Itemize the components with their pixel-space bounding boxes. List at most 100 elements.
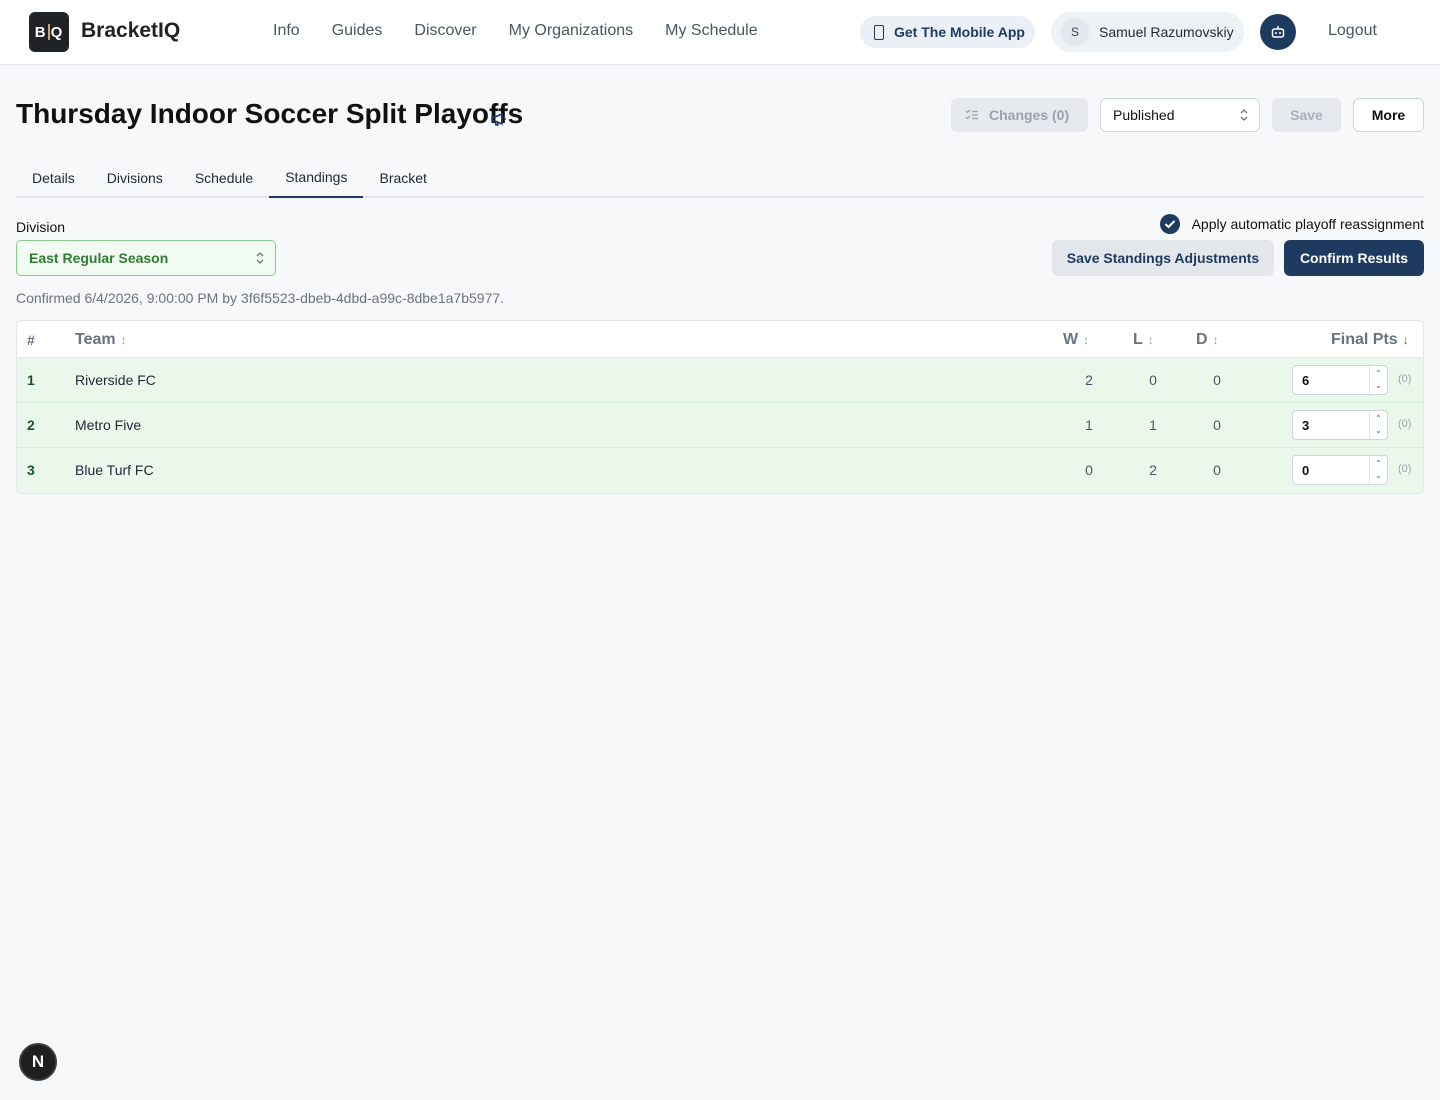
stepper-up-icon[interactable]: ⌃ — [1375, 368, 1382, 380]
sort-descending-icon: ↓ — [1402, 333, 1409, 347]
stepper-down-icon[interactable]: ⌄ — [1375, 380, 1382, 392]
tab-details[interactable]: Details — [16, 160, 91, 198]
table-row: 3 Blue Turf FC 0 2 0 0 ⌃ ⌄ (0) — [17, 448, 1423, 493]
points-adjustment: (0) — [1398, 418, 1412, 430]
check-icon — [1164, 220, 1175, 229]
dev-tools-button[interactable]: N — [19, 1043, 57, 1081]
nav-item-info[interactable]: Info — [273, 22, 300, 40]
final-points-input[interactable]: 6 ⌃ ⌄ — [1292, 365, 1388, 395]
checklist-icon — [965, 109, 978, 120]
division-select[interactable]: East Regular Season — [16, 240, 276, 276]
stepper-up-icon[interactable]: ⌃ — [1375, 413, 1382, 425]
table-row: 2 Metro Five 1 1 0 3 ⌃ ⌄ (0) — [17, 403, 1423, 448]
team-cell: Blue Turf FC — [75, 462, 154, 478]
points-adjustment: (0) — [1398, 373, 1412, 385]
top-bar: BQ BracketIQ Info Guides Discover My Org… — [0, 0, 1440, 65]
robot-icon — [1271, 26, 1285, 38]
column-header-rank: # — [27, 332, 35, 348]
column-header-l-label: L — [1133, 331, 1143, 348]
draws-cell: 0 — [1213, 462, 1221, 478]
nav-item-my-organizations[interactable]: My Organizations — [509, 22, 634, 40]
draws-cell: 0 — [1213, 372, 1221, 388]
table-row: 1 Riverside FC 2 0 0 6 ⌃ ⌄ (0) — [17, 358, 1423, 403]
final-points-value: 6 — [1302, 372, 1310, 388]
sort-icon: ↕ — [120, 333, 127, 347]
number-stepper[interactable]: ⌃ ⌄ — [1369, 411, 1387, 439]
column-header-final-pts-label: Final Pts — [1331, 331, 1398, 348]
brand-name[interactable]: BracketIQ — [81, 19, 180, 43]
changes-button[interactable]: Changes (0) — [951, 98, 1088, 132]
confirm-results-button[interactable]: Confirm Results — [1284, 240, 1424, 276]
phone-icon — [874, 24, 884, 40]
column-header-d[interactable]: D ↕ — [1196, 331, 1219, 349]
tab-schedule[interactable]: Schedule — [179, 160, 269, 198]
chevron-up-down-icon — [256, 252, 264, 264]
megaphone-icon[interactable] — [490, 110, 508, 128]
changes-label: Changes (0) — [989, 107, 1070, 123]
number-stepper[interactable]: ⌃ ⌄ — [1369, 456, 1387, 484]
status-select-value: Published — [1113, 107, 1175, 123]
auto-reassign-label[interactable]: Apply automatic playoff reassignment — [1192, 216, 1424, 232]
wins-cell: 0 — [1085, 462, 1093, 478]
division-select-value: East Regular Season — [29, 250, 169, 266]
tab-divisions[interactable]: Divisions — [91, 160, 179, 198]
user-menu-button[interactable]: S Samuel Razumovskiy — [1051, 12, 1244, 52]
column-header-l[interactable]: L ↕ — [1133, 331, 1154, 349]
rank-cell: 2 — [27, 417, 35, 433]
get-mobile-app-button[interactable]: Get The Mobile App — [860, 16, 1035, 48]
final-points-value: 3 — [1302, 417, 1310, 433]
column-header-team[interactable]: Team ↕ — [75, 331, 127, 349]
get-mobile-app-label: Get The Mobile App — [894, 24, 1025, 40]
nav-item-guides[interactable]: Guides — [332, 22, 383, 40]
rank-cell: 3 — [27, 462, 35, 478]
division-label: Division — [16, 219, 66, 235]
logout-link[interactable]: Logout — [1328, 22, 1377, 40]
sort-icon: ↕ — [1083, 333, 1090, 347]
stepper-down-icon[interactable]: ⌄ — [1375, 470, 1382, 482]
sort-icon: ↕ — [1212, 333, 1219, 347]
save-button[interactable]: Save — [1272, 98, 1341, 132]
save-standings-adjustments-button[interactable]: Save Standings Adjustments — [1052, 240, 1274, 276]
sort-icon: ↕ — [1147, 333, 1154, 347]
losses-cell: 2 — [1149, 462, 1157, 478]
auto-reassign-option: Apply automatic playoff reassignment — [1159, 214, 1424, 234]
final-points-input[interactable]: 3 ⌃ ⌄ — [1292, 410, 1388, 440]
losses-cell: 0 — [1149, 372, 1157, 388]
standings-table: # Team ↕ W ↕ L ↕ D ↕ Final Pts ↓ 1 River… — [16, 320, 1424, 494]
column-header-team-label: Team — [75, 331, 116, 348]
nav-item-my-schedule[interactable]: My Schedule — [665, 22, 758, 40]
more-button[interactable]: More — [1353, 98, 1424, 132]
draws-cell: 0 — [1213, 417, 1221, 433]
rank-cell: 1 — [27, 372, 35, 388]
column-header-w[interactable]: W ↕ — [1063, 331, 1089, 349]
confirmed-status-text: Confirmed 6/4/2026, 9:00:00 PM by 3f6f55… — [16, 290, 505, 306]
team-cell: Riverside FC — [75, 372, 156, 388]
auto-reassign-checkbox[interactable] — [1159, 214, 1180, 234]
page-title: Thursday Indoor Soccer Split Playoffs — [16, 98, 524, 129]
main-nav: Info Guides Discover My Organizations My… — [273, 22, 758, 40]
nav-item-discover[interactable]: Discover — [414, 22, 476, 40]
brand-logo[interactable]: BQ — [29, 12, 69, 52]
number-stepper[interactable]: ⌃ ⌄ — [1369, 366, 1387, 394]
wins-cell: 2 — [1085, 372, 1093, 388]
column-header-final-pts[interactable]: Final Pts ↓ — [1331, 331, 1409, 349]
team-cell: Metro Five — [75, 417, 142, 433]
avatar: S — [1061, 18, 1089, 46]
wins-cell: 1 — [1085, 417, 1093, 433]
final-points-input[interactable]: 0 ⌃ ⌄ — [1292, 455, 1388, 485]
chevron-up-down-icon — [1240, 109, 1248, 121]
points-adjustment: (0) — [1398, 463, 1412, 475]
table-header: # Team ↕ W ↕ L ↕ D ↕ Final Pts ↓ — [17, 321, 1423, 358]
status-select[interactable]: Published — [1100, 98, 1260, 132]
tab-bracket[interactable]: Bracket — [363, 160, 442, 198]
user-name: Samuel Razumovskiy — [1099, 24, 1234, 40]
losses-cell: 1 — [1149, 417, 1157, 433]
stepper-up-icon[interactable]: ⌃ — [1375, 458, 1382, 470]
column-header-d-label: D — [1196, 331, 1208, 348]
final-points-value: 0 — [1302, 462, 1310, 478]
tab-standings[interactable]: Standings — [269, 160, 364, 198]
tab-bar: Details Divisions Schedule Standings Bra… — [16, 160, 1424, 198]
column-header-w-label: W — [1063, 331, 1079, 348]
assistant-bot-button[interactable] — [1260, 14, 1296, 50]
stepper-down-icon[interactable]: ⌄ — [1375, 425, 1382, 437]
